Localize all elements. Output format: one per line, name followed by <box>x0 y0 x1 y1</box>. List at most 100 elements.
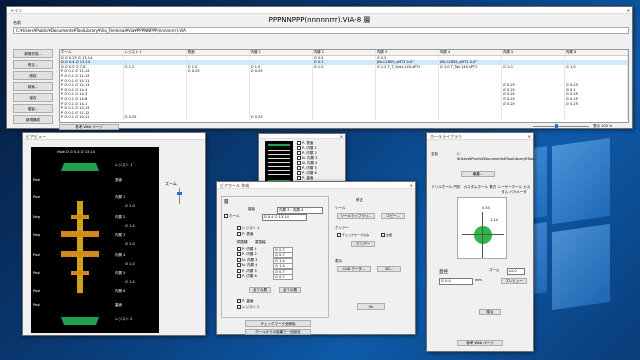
unit-label: mm <box>475 278 482 282</box>
inner-layer-name: P- 内層 5 <box>242 268 257 273</box>
bulk-clear-button[interactable]: チェックマーク全削除 <box>245 320 311 327</box>
layer-type-label: Neg <box>33 215 40 219</box>
close-icon[interactable]: ✕ <box>627 7 630 14</box>
tool-label: ツール <box>335 206 346 210</box>
hole-title: ホールライブラリ <box>430 134 462 139</box>
resist1-check[interactable]: レジスト 1 <box>237 226 259 231</box>
pad-shape <box>71 215 89 219</box>
from-hole-button[interactable]: ホールからの距離で一括設定 <box>245 329 311 335</box>
hole-value-field[interactable]: D 0.4 ∅ 13-14 <box>262 214 307 221</box>
close-icon[interactable]: ✕ <box>340 134 343 139</box>
back-check[interactable]: P- 裏面 <box>237 299 253 304</box>
hole-help-button[interactable]: 参考 Web ページ <box>457 340 503 346</box>
checkbox[interactable] <box>297 171 301 175</box>
tool-library-button[interactable]: ツールライブラリ... <box>337 213 375 219</box>
library-title: PPPNNPPP(nnnnnrrr).VIA-8 層 <box>268 16 371 24</box>
hole-type-tab[interactable]: カスタムホール 長方 <box>463 185 497 190</box>
copy-dropdown[interactable]: 内層 3 - 内層 4 <box>277 207 323 214</box>
checkbox[interactable] <box>297 166 301 170</box>
preview-button[interactable]: プレビュー <box>501 278 527 284</box>
all-layers-option[interactable]: 全層 <box>381 233 392 238</box>
inner-layer-row[interactable]: P- 内層 6 ∅ 0.7 <box>237 274 307 281</box>
back-label: P- 裏面 <box>242 299 254 303</box>
via-hole-edit-dialog: ビアホール 作成 ✕ 層 複製 内層 3 - 内層 4 ホール D 0.4 ∅ 1… <box>216 181 416 335</box>
inner-layer-value[interactable]: ∅ 0.7 <box>273 274 293 281</box>
checkbox[interactable] <box>237 268 241 273</box>
checkbox[interactable] <box>237 263 241 268</box>
checkbox[interactable] <box>237 274 241 279</box>
table-cell <box>312 115 376 120</box>
side-button[interactable]: 新規作成... <box>13 49 53 58</box>
hole-type-tabs: ドリルホール 円形 カスタムホール 長方 レーザーホール カスタム パラメータ <box>429 185 533 197</box>
layer-name-label: 内層 6 <box>115 289 126 293</box>
table-cell: ∅ 0.25 <box>249 115 313 120</box>
zoom-slider[interactable] <box>533 124 589 129</box>
side-button[interactable]: 削除 <box>13 71 53 80</box>
file-label: 名前 <box>13 20 21 25</box>
preview-zoom-slider[interactable] <box>177 188 182 204</box>
checkbox[interactable] <box>297 146 301 150</box>
close-icon[interactable]: ✕ <box>528 133 531 140</box>
surface-label: P- 表面 <box>242 232 254 236</box>
resist-bottom-shape <box>61 317 99 325</box>
preview-canvas: Hole D ∅ 0.4 ∅ 13-14 レジスト 1 Pool 表面 Pool 内層 … <box>31 147 159 333</box>
threed-button[interactable]: 3D... <box>377 266 401 272</box>
checkbox[interactable] <box>297 141 301 145</box>
close-icon[interactable]: ✕ <box>410 182 413 189</box>
hole-library-window: ホールライブラリ ✕ 名前 C:¥Users¥Public¥Documents¥T… <box>426 132 534 352</box>
hole-label: ホール <box>229 214 240 218</box>
layer-item-label: P- 表面 <box>302 141 314 145</box>
side-button[interactable]: 複製... <box>13 104 53 113</box>
hole-check[interactable]: ホール <box>224 214 240 219</box>
checkbox[interactable] <box>297 161 301 165</box>
table-cell <box>501 115 565 120</box>
cad-data-button[interactable]: CAD データ... <box>337 266 371 272</box>
hole-type-tab[interactable]: ドリルホール 円形 <box>429 185 463 190</box>
side-button[interactable]: 修正... <box>13 60 53 69</box>
check-only-option[interactable]: チェックマークのみ <box>337 233 369 238</box>
table-row[interactable]: P ∅ 0.1 ∅ 10-11 ∅ 0.25 ∅ 0.25 <box>60 115 628 120</box>
file-path-field[interactable]: C:¥Users¥Public¥Documents¥ToolLibrary¥Vi… <box>13 27 629 34</box>
surface-check[interactable]: P- 表面 <box>237 232 253 237</box>
diameter-field[interactable]: ∅ 0.4 <box>439 278 473 285</box>
copy-button[interactable]: コピー... <box>381 213 405 219</box>
hole-edit-button[interactable]: 編集... <box>461 171 495 177</box>
hole-close-button[interactable]: 閉る <box>479 309 501 315</box>
checkbox[interactable] <box>297 176 301 180</box>
display-label: 表示 <box>335 259 342 263</box>
layer-item-label: P- 内層 2 <box>302 151 317 155</box>
clear-button[interactable]: クリアー <box>351 241 375 247</box>
layer-name-label: 内層 1 <box>115 195 126 199</box>
resist2-check[interactable]: レジスト 2 <box>237 305 259 310</box>
layer-stack-graphic <box>265 141 293 185</box>
select-all-button[interactable]: 全ての層 <box>249 287 271 293</box>
copy-label: 複製 <box>248 207 255 211</box>
checkbox[interactable] <box>237 247 241 251</box>
layer-value-label: ∅ 1.0 <box>125 280 135 284</box>
resist2-label: レジスト 2 <box>242 305 260 309</box>
table-cell: ∅ 0.25 <box>123 115 187 120</box>
inner-layer-name: P- 内層 1 <box>242 247 257 251</box>
checkbox[interactable] <box>237 257 241 262</box>
hole-type-tab[interactable]: レーザーホール カスタム パラメータ <box>497 185 531 194</box>
side-button[interactable]: 新規構成 <box>13 115 53 124</box>
table-cell <box>375 115 439 120</box>
help-web-button[interactable]: 参考 Web ページ <box>59 124 119 130</box>
dim-side: 1.14 <box>490 218 498 222</box>
edit-titlebar: ビアホール 作成 ✕ <box>217 182 415 189</box>
table-cell <box>186 115 250 120</box>
layer-item-label: N- 内層 3 <box>302 156 318 160</box>
hole-zoom-select[interactable]: x2.0 <box>507 268 525 275</box>
checkbox[interactable] <box>297 151 301 155</box>
layer-name-label: 裏面 <box>115 303 122 307</box>
popup-titlebar: ✕ <box>259 134 345 139</box>
checkbox[interactable] <box>237 252 241 257</box>
side-button[interactable]: 検索... <box>13 82 53 91</box>
deselect-button[interactable]: 全ての層 <box>279 287 301 293</box>
hole-path: C:¥Users¥Public¥Documents¥ToolLibrary¥To… <box>457 152 535 161</box>
via-table[interactable]: ホール レジスト 1 表面 内層 1 内層 2 内層 3 内層 4 内層 5 内層 6D ∅ 0… <box>59 49 629 123</box>
layer-item-label: P- 内層 6 <box>302 171 317 175</box>
side-button[interactable]: 保存 <box>13 93 53 102</box>
edit-ok-button[interactable]: Ok <box>357 303 385 310</box>
checkbox[interactable] <box>297 156 301 160</box>
